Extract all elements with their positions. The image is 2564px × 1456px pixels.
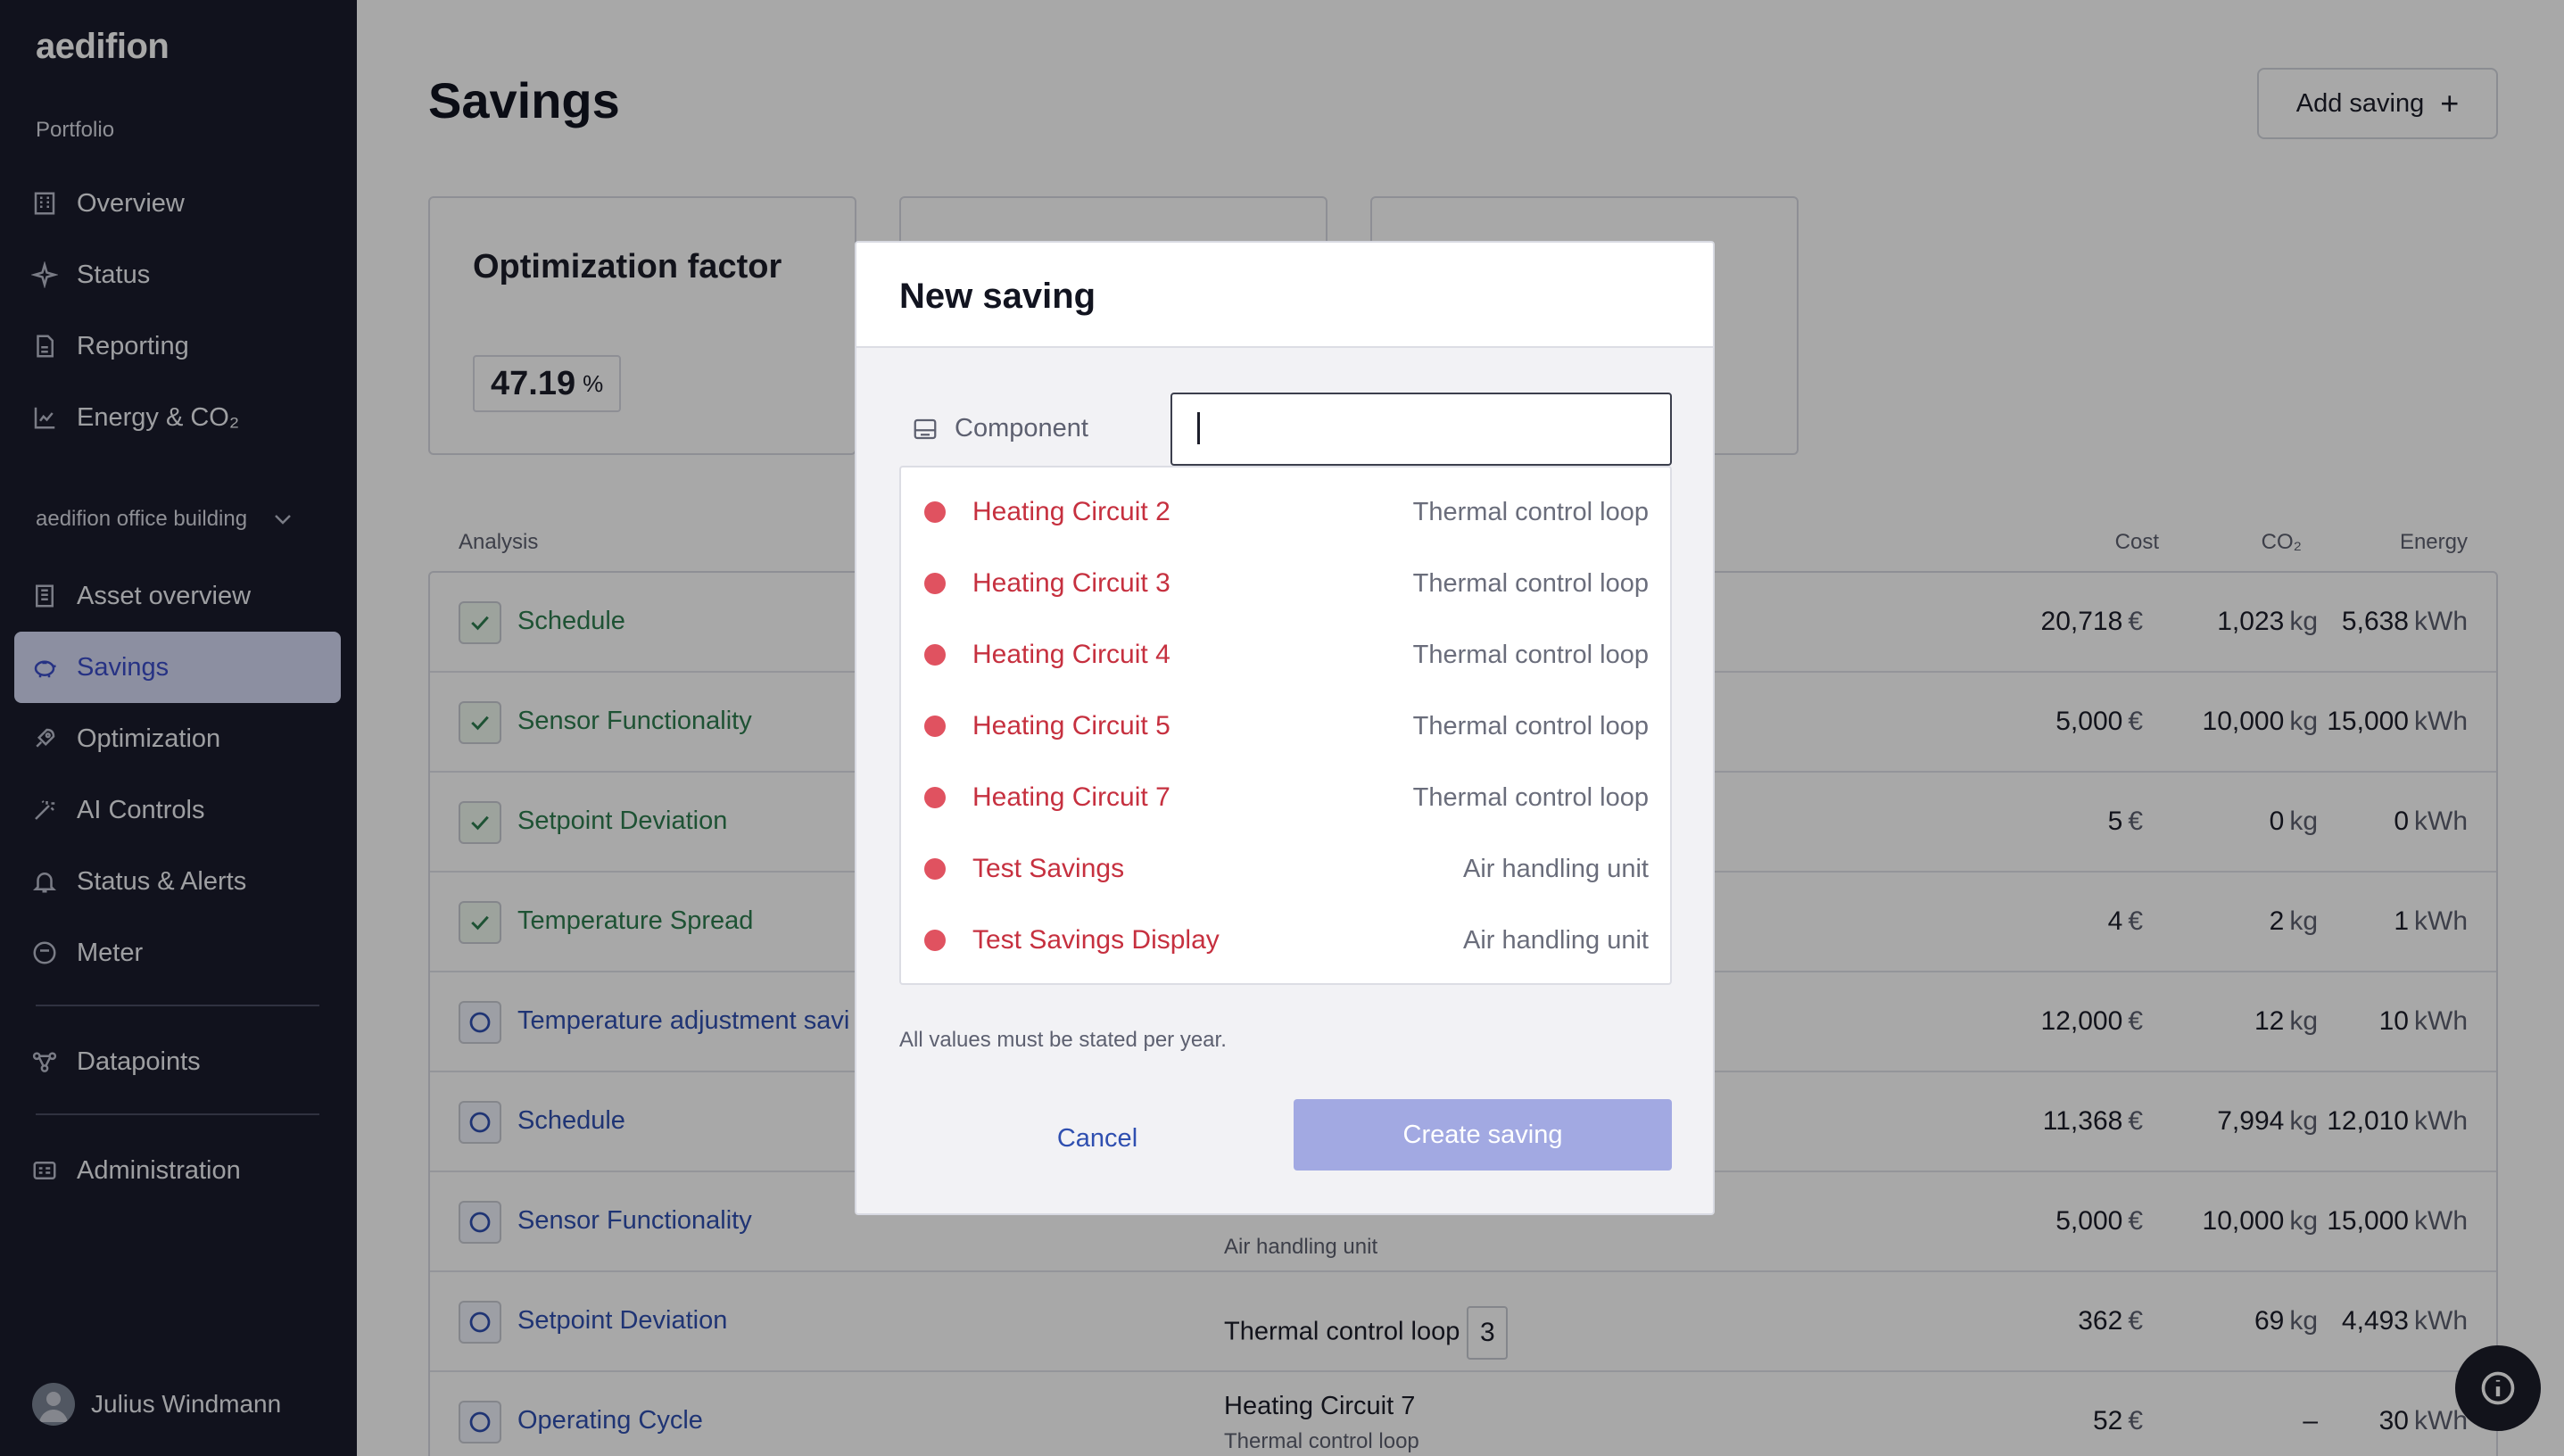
option-type: Air handling unit: [1463, 854, 1649, 883]
component-option[interactable]: Heating Circuit 5 Thermal control loop: [901, 691, 1670, 762]
option-name: Test Savings: [972, 854, 1125, 883]
status-dot: [924, 501, 946, 523]
option-name: Heating Circuit 4: [972, 640, 1170, 669]
text-cursor: [1197, 412, 1200, 444]
status-dot: [924, 644, 946, 666]
status-dot: [924, 787, 946, 808]
component-option[interactable]: Heating Circuit 3 Thermal control loop: [901, 548, 1670, 619]
component-label: Component: [912, 414, 1088, 443]
cancel-button[interactable]: Cancel: [990, 1103, 1204, 1174]
component-option[interactable]: Test Savings Air handling unit: [901, 833, 1670, 905]
option-name: Heating Circuit 5: [972, 711, 1170, 740]
option-type: Thermal control loop: [1412, 640, 1649, 669]
component-dropdown: Heating Circuit 2 Thermal control loop Hea…: [899, 466, 1672, 985]
option-type: Thermal control loop: [1412, 497, 1649, 526]
status-dot: [924, 930, 946, 951]
option-name: Test Savings Display: [972, 925, 1220, 955]
option-type: Air handling unit: [1463, 925, 1649, 955]
option-name: Heating Circuit 7: [972, 782, 1170, 812]
per-year-hint: All values must be stated per year.: [899, 1028, 1227, 1052]
component-option[interactable]: Heating Circuit 2 Thermal control loop: [901, 476, 1670, 548]
create-saving-button[interactable]: Create saving: [1294, 1099, 1672, 1171]
component-option[interactable]: Test Savings Display Air handling unit: [901, 905, 1670, 976]
status-dot: [924, 716, 946, 737]
component-option[interactable]: Heating Circuit 4 Thermal control loop: [901, 619, 1670, 691]
status-dot: [924, 573, 946, 594]
option-type: Thermal control loop: [1412, 568, 1649, 598]
component-search-input[interactable]: [1170, 393, 1672, 466]
option-type: Thermal control loop: [1412, 782, 1649, 812]
component-label-text: Component: [955, 414, 1088, 443]
dialog-header: New saving: [856, 243, 1713, 348]
option-type: Thermal control loop: [1412, 711, 1649, 740]
option-name: Heating Circuit 2: [972, 497, 1170, 526]
option-name: Heating Circuit 3: [972, 568, 1170, 598]
new-saving-dialog: New saving Component Heating Circuit 2 Th…: [855, 241, 1715, 1215]
component-icon: [914, 418, 937, 439]
component-option[interactable]: Heating Circuit 7 Thermal control loop: [901, 762, 1670, 833]
dialog-title: New saving: [899, 277, 1096, 316]
status-dot: [924, 858, 946, 880]
